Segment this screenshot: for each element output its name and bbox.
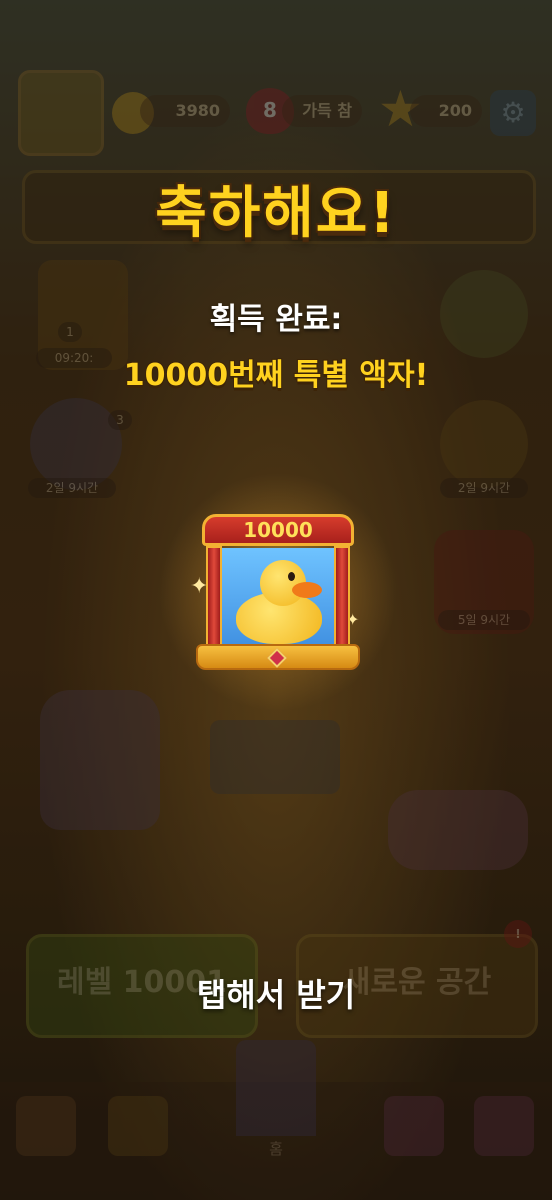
frame-base — [196, 644, 360, 670]
frame-number: 10000 — [202, 514, 354, 546]
duck-eye — [288, 572, 295, 581]
tap-to-claim[interactable]: 탭해서 받기 — [0, 970, 552, 1016]
congrats-title: 축하해요! — [153, 179, 397, 248]
reward-item-name: 10000번째 특별 액자! — [123, 357, 430, 394]
special-frame-reward: ✦ ✦ 10000 — [156, 474, 400, 710]
duck-panel — [222, 548, 334, 650]
duck-beak — [292, 582, 322, 598]
frame-pillar-left — [206, 546, 222, 646]
gem-icon — [267, 648, 287, 668]
frame-pillar-right — [334, 546, 350, 646]
reward-subtitle: 획득 완료: — [209, 302, 343, 337]
